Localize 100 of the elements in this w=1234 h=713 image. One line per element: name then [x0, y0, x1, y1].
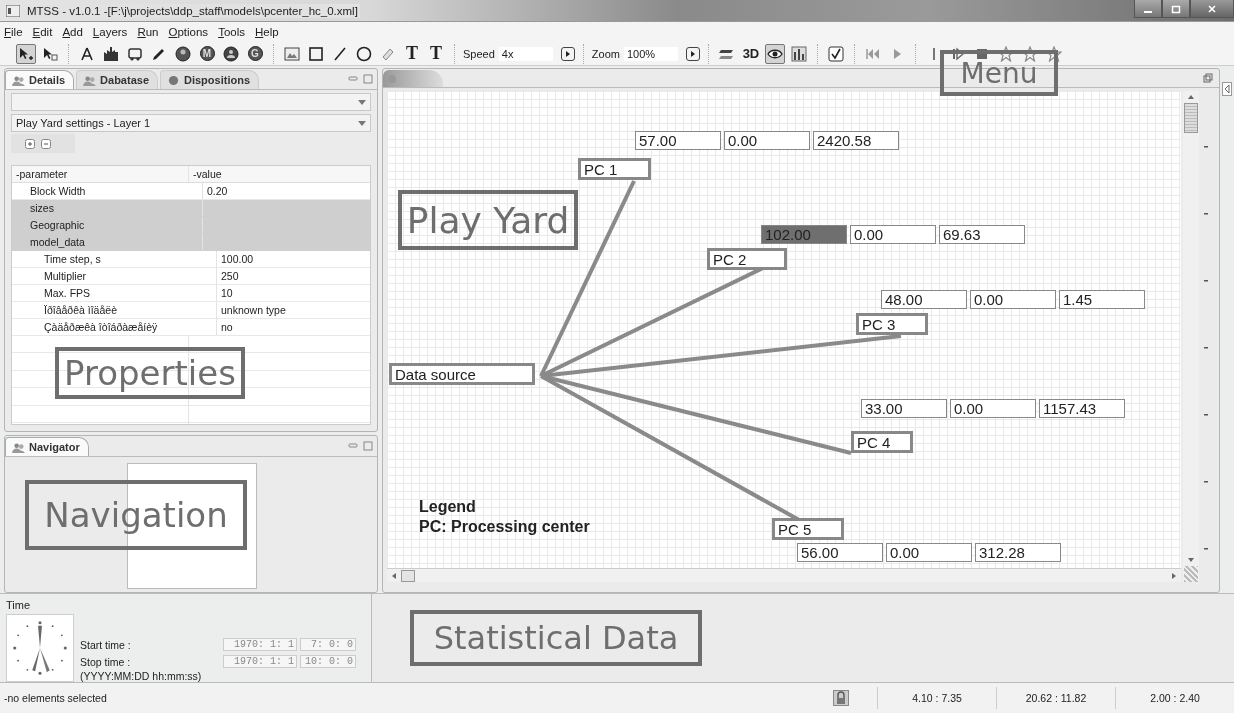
- start-time-label: Start time :: [80, 638, 132, 651]
- bar-chart-icon[interactable]: [788, 43, 809, 64]
- app-icon: [6, 4, 20, 17]
- caret-icon: [358, 99, 366, 105]
- value-field[interactable]: 100%: [623, 46, 678, 61]
- column-header[interactable]: -value: [189, 166, 222, 182]
- pointer-plus-icon[interactable]: [16, 43, 36, 64]
- status-message: -no elements selected: [3, 692, 107, 704]
- parameter-name: Çàäåðæêà îòîáðàæåíèÿ: [44, 321, 158, 333]
- dot-icon: [387, 73, 397, 84]
- parameter-name: Max. FPS: [44, 287, 91, 299]
- clock-icon: [6, 614, 74, 682]
- processing-center-node[interactable]: PC 5: [772, 518, 844, 540]
- text-tool-button[interactable]: T: [426, 43, 446, 64]
- menu-item[interactable]: Edit: [32, 26, 53, 38]
- processing-center-node[interactable]: PC 1: [578, 158, 651, 180]
- circle-dot-icon[interactable]: [173, 43, 193, 64]
- arrow-button[interactable]: [685, 46, 700, 61]
- eye-icon[interactable]: [764, 43, 785, 64]
- restore-icon[interactable]: [1203, 73, 1213, 83]
- annotation-label: Properties: [55, 347, 245, 399]
- category-row[interactable]: model_data: [12, 234, 370, 251]
- close-button[interactable]: [1190, 0, 1234, 18]
- circle-person-icon[interactable]: [221, 43, 241, 64]
- parameter-name: Time step, s: [44, 253, 101, 265]
- value-field: 56.00: [797, 543, 883, 562]
- vertical-scrollbar[interactable]: [1183, 91, 1199, 582]
- format-hint: (YYYY:MM:DD hh:mm:ss): [80, 670, 203, 682]
- menu-item[interactable]: Tools: [218, 26, 245, 38]
- horizontal-scrollbar[interactable]: [387, 568, 1181, 582]
- panel-tab[interactable]: Dispositions: [160, 70, 259, 89]
- arrow-button[interactable]: [560, 46, 575, 61]
- time-field[interactable]: 10: 0: 0: [300, 655, 356, 668]
- category-row[interactable]: Geographic: [12, 217, 370, 234]
- parameter-value: 100.00: [221, 253, 254, 265]
- annotation-label: Statistical Data: [410, 610, 702, 666]
- window-title: MTSS - v1.0.1 -[F:\j\projects\ddp_staff\models\pcenter_hc_0.xml]: [25, 3, 360, 18]
- value-field: 0.00: [850, 225, 936, 244]
- expand-all-icon[interactable]: [25, 139, 35, 149]
- value-field[interactable]: 4x: [498, 46, 553, 61]
- processing-center-node[interactable]: PC 3: [856, 313, 928, 335]
- value-field: 33.00: [861, 399, 947, 418]
- value-field: 0.00: [724, 131, 810, 150]
- property-row[interactable]: Max. FPS 10: [12, 285, 370, 302]
- category-row[interactable]: sizes: [12, 200, 370, 217]
- menu-item[interactable]: File: [4, 26, 23, 38]
- value-field: 48.00: [881, 290, 967, 309]
- processing-center-node[interactable]: PC 4: [851, 431, 913, 453]
- property-row[interactable]: Time step, s 100.00: [12, 251, 370, 268]
- parameter-name: sizes: [30, 202, 54, 214]
- layer-dropdown[interactable]: Play Yard settings - Layer 1: [11, 114, 371, 132]
- side-toggle-icon[interactable]: [1222, 82, 1232, 96]
- users-icon: [12, 441, 25, 453]
- field-label: Zoom: [591, 47, 620, 60]
- coordinate-readout: 2.00 : 2.40: [1115, 687, 1234, 709]
- minimize-button[interactable]: [1134, 0, 1162, 18]
- legend-title: Legend: [419, 498, 477, 516]
- value-field: 312.28: [975, 543, 1061, 562]
- property-row[interactable]: Multiplier 250: [12, 268, 370, 285]
- menu-item[interactable]: Help: [255, 26, 279, 38]
- annotation-label: Play Yard: [398, 190, 578, 250]
- parameter-value: unknown type: [221, 304, 286, 316]
- resize-grip[interactable]: [1184, 566, 1198, 582]
- lock-icon[interactable]: [833, 690, 849, 706]
- menu-item[interactable]: Add: [62, 26, 83, 38]
- users-icon: [12, 74, 25, 86]
- text-tool-button[interactable]: 3D: [740, 43, 761, 64]
- arrow-left-icon[interactable]: [391, 572, 397, 579]
- collapse-all-icon[interactable]: [41, 139, 51, 149]
- processing-center-node[interactable]: PC 2: [707, 248, 787, 270]
- scroll-thumb[interactable]: [1184, 103, 1198, 133]
- property-row[interactable]: Ïðîâåðêà ìîäåëè unknown type: [12, 302, 370, 319]
- dot-icon: [167, 74, 180, 86]
- menu-item[interactable]: Options: [168, 26, 209, 38]
- value-field: 0.00: [950, 399, 1036, 418]
- coordinate-readout: 20.62 : 11.82: [996, 687, 1115, 709]
- column-header[interactable]: -parameter: [12, 166, 189, 182]
- users-icon: [83, 74, 97, 86]
- panel-tab[interactable]: Navigator: [5, 437, 89, 456]
- time-field[interactable]: 7: 0: 0: [300, 638, 356, 651]
- scroll-thumb[interactable]: [401, 569, 415, 582]
- coordinate-readout: 4.10 : 7.35: [877, 687, 996, 709]
- parameter-value: 10: [221, 287, 233, 299]
- maximize-icon: [1171, 3, 1181, 14]
- arrow-right-icon[interactable]: [1171, 572, 1177, 579]
- maximize-button[interactable]: [1162, 0, 1190, 18]
- arrow-up-icon[interactable]: [1188, 94, 1194, 100]
- caret-icon: [358, 120, 366, 126]
- panel-tab[interactable]: Details: [5, 70, 75, 89]
- data-source-node[interactable]: Data source: [389, 363, 535, 385]
- minimize-icon: [1144, 10, 1152, 13]
- value-field: 2420.58: [813, 131, 899, 150]
- menu-item[interactable]: Run: [137, 26, 159, 38]
- text-tool-button[interactable]: T: [402, 43, 422, 64]
- arrow-down-icon[interactable]: [1188, 557, 1194, 563]
- value-field: 0.00: [886, 543, 972, 562]
- close-icon: [1207, 3, 1217, 14]
- menu-item[interactable]: Layers: [92, 26, 128, 38]
- value-field: 0.00: [970, 290, 1056, 309]
- panel-tab[interactable]: Dabatase: [76, 70, 158, 89]
